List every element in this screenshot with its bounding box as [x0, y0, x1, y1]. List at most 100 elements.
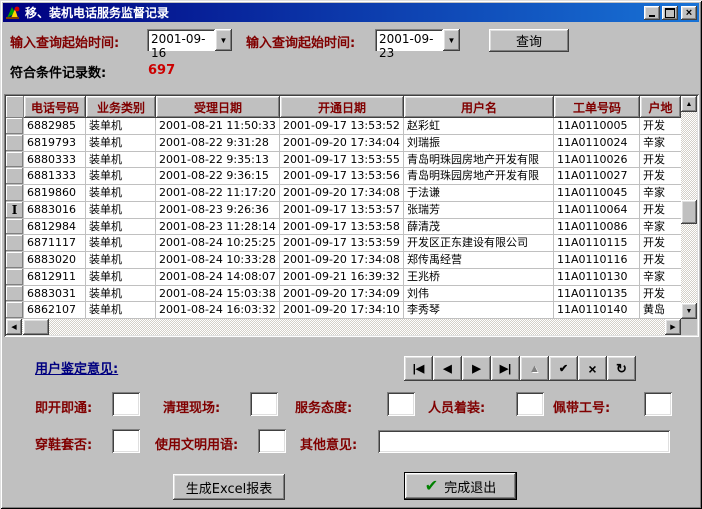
column-header-workorder[interactable]: 工单号码	[554, 96, 640, 118]
generate-excel-button[interactable]: 生成Excel报表	[173, 474, 285, 500]
user-appraisal-link[interactable]: 用户鉴定意见:	[35, 358, 118, 377]
cell-username: 薛清茂	[404, 219, 554, 236]
cell-category: 装单机	[86, 252, 156, 269]
table-row[interactable]: 6883020 装单机 2001-08-24 10:33:28 2001-09-…	[6, 252, 697, 269]
cell-username: 赵彩虹	[404, 118, 554, 135]
field-label-site-cleanup: 清理现场:	[163, 397, 220, 416]
start-date-combobox[interactable]: 2001-09-16 ▼	[147, 29, 232, 51]
nav-edit-button: ▲	[520, 356, 549, 381]
edit-record-icon: ▲	[529, 363, 540, 375]
nav-post-button[interactable]: ✔	[549, 356, 578, 381]
cell-accept-date: 2001-08-24 14:08:07	[156, 269, 280, 286]
row-indicator[interactable]	[6, 252, 24, 269]
table-row-current[interactable]: I 6883016 装单机 2001-08-23 9:26:36 2001-09…	[6, 202, 697, 219]
cell-accept-date: 2001-08-23 11:28:14	[156, 219, 280, 236]
scroll-up-button[interactable]: ▲	[681, 96, 697, 112]
minimize-button[interactable]	[644, 6, 660, 20]
end-date-dropdown-button[interactable]: ▼	[443, 29, 460, 51]
finish-exit-button[interactable]: ✔ 完成退出	[404, 472, 517, 500]
table-row[interactable]: 6812911 装单机 2001-08-24 14:08:07 2001-09-…	[6, 269, 697, 286]
cell-category: 装单机	[86, 269, 156, 286]
nav-prior-button[interactable]: ◀	[433, 356, 462, 381]
cell-phone: 6812911	[24, 269, 86, 286]
row-indicator[interactable]	[6, 135, 24, 152]
nav-refresh-button[interactable]: ↻	[607, 356, 636, 381]
cell-open-date: 2001-09-17 13:53:57	[280, 202, 404, 219]
column-header-accept-date[interactable]: 受理日期	[156, 96, 280, 118]
row-indicator-current[interactable]: I	[6, 202, 24, 219]
row-indicator[interactable]	[6, 118, 24, 135]
table-row[interactable]: 6819860 装单机 2001-08-22 11:17:20 2001-09-…	[6, 185, 697, 202]
vertical-scrollbar[interactable]: ▲ ▼	[681, 96, 697, 319]
table-row[interactable]: 6880333 装单机 2001-08-22 9:35:13 2001-09-1…	[6, 152, 697, 169]
scroll-left-button[interactable]: ◀	[6, 319, 22, 335]
row-indicator[interactable]	[6, 235, 24, 252]
vertical-scroll-thumb[interactable]	[681, 200, 697, 224]
row-indicator[interactable]	[6, 302, 24, 319]
nav-first-button[interactable]: |◀	[404, 356, 433, 381]
field-staff-dress[interactable]	[516, 392, 544, 416]
finish-exit-label: 完成退出	[444, 477, 496, 496]
end-date-combobox[interactable]: 2001-09-23 ▼	[375, 29, 460, 51]
field-service-attitude[interactable]	[387, 392, 415, 416]
table-row[interactable]: 6862107 装单机 2001-08-24 16:03:32 2001-09-…	[6, 302, 697, 319]
cell-username: 青岛明珠园房地产开发有限	[404, 152, 554, 169]
field-instant-open[interactable]	[112, 392, 140, 416]
nav-next-button[interactable]: ▶	[462, 356, 491, 381]
query-button[interactable]: 查询	[489, 29, 569, 52]
start-date-dropdown-button[interactable]: ▼	[215, 29, 232, 51]
scroll-up-icon: ▲	[686, 101, 693, 108]
column-header-phone[interactable]: 电话号码	[24, 96, 86, 118]
field-label-badge-worn: 佩带工号:	[553, 397, 610, 416]
column-header-category[interactable]: 业务类别	[86, 96, 156, 118]
titlebar[interactable]: 移、装机电话服务监督记录 ×	[3, 3, 699, 22]
cell-workorder: 11A0110115	[554, 235, 640, 252]
record-count-value: 697	[148, 63, 175, 78]
table-row[interactable]: 6883031 装单机 2001-08-24 15:03:38 2001-09-…	[6, 286, 697, 303]
cell-accept-date: 2001-08-22 11:17:20	[156, 185, 280, 202]
table-row[interactable]: 6819793 装单机 2001-08-22 9:31:28 2001-09-2…	[6, 135, 697, 152]
row-indicator[interactable]	[6, 269, 24, 286]
close-button[interactable]: ×	[681, 6, 697, 20]
cell-open-date: 2001-09-17 13:53:55	[280, 152, 404, 169]
row-indicator[interactable]	[6, 185, 24, 202]
cell-workorder: 11A0110045	[554, 185, 640, 202]
horizontal-scrollbar[interactable]: ◀ ▶	[6, 319, 681, 335]
cell-workorder: 11A0110064	[554, 202, 640, 219]
cell-address: 开发	[640, 286, 681, 303]
table-row[interactable]: 6812984 装单机 2001-08-23 11:28:14 2001-09-…	[6, 219, 697, 236]
row-indicator[interactable]	[6, 152, 24, 169]
scroll-right-button[interactable]: ▶	[665, 319, 681, 335]
field-shoe-covers[interactable]	[112, 429, 140, 453]
row-indicator[interactable]	[6, 168, 24, 185]
cell-address: 开发	[640, 235, 681, 252]
column-header-username[interactable]: 用户名	[404, 96, 554, 118]
scroll-down-button[interactable]: ▼	[681, 303, 697, 319]
column-header-open-date[interactable]: 开通日期	[280, 96, 404, 118]
cell-phone: 6883020	[24, 252, 86, 269]
cell-username: 张瑞芳	[404, 202, 554, 219]
nav-last-button[interactable]: ▶|	[491, 356, 520, 381]
horizontal-scroll-thumb[interactable]	[23, 319, 49, 335]
table-row[interactable]: 6881333 装单机 2001-08-22 9:36:15 2001-09-1…	[6, 168, 697, 185]
column-header-address[interactable]: 户地	[640, 96, 681, 118]
field-badge-worn[interactable]	[644, 392, 672, 416]
field-label-shoe-covers: 穿鞋套否:	[35, 434, 92, 453]
field-label-polite-language: 使用文明用语:	[155, 434, 238, 453]
cell-username: 开发区正东建设有限公司	[404, 235, 554, 252]
nav-cancel-button[interactable]: ×	[578, 356, 607, 381]
scrollbar-corner	[681, 319, 697, 335]
cell-accept-date: 2001-08-22 9:36:15	[156, 168, 280, 185]
scroll-right-icon: ▶	[670, 323, 675, 331]
table-row[interactable]: 6882985 装单机 2001-08-21 11:50:33 2001-09-…	[6, 118, 697, 135]
table-row[interactable]: 6871117 装单机 2001-08-24 10:25:25 2001-09-…	[6, 235, 697, 252]
row-indicator[interactable]	[6, 219, 24, 236]
cell-phone: 6880333	[24, 152, 86, 169]
row-indicator[interactable]	[6, 286, 24, 303]
field-polite-language[interactable]	[258, 429, 286, 453]
maximize-button[interactable]	[662, 6, 678, 20]
cell-category: 装单机	[86, 152, 156, 169]
cell-address: 开发	[640, 202, 681, 219]
field-site-cleanup[interactable]	[250, 392, 278, 416]
field-other-opinion-input[interactable]	[378, 430, 670, 453]
